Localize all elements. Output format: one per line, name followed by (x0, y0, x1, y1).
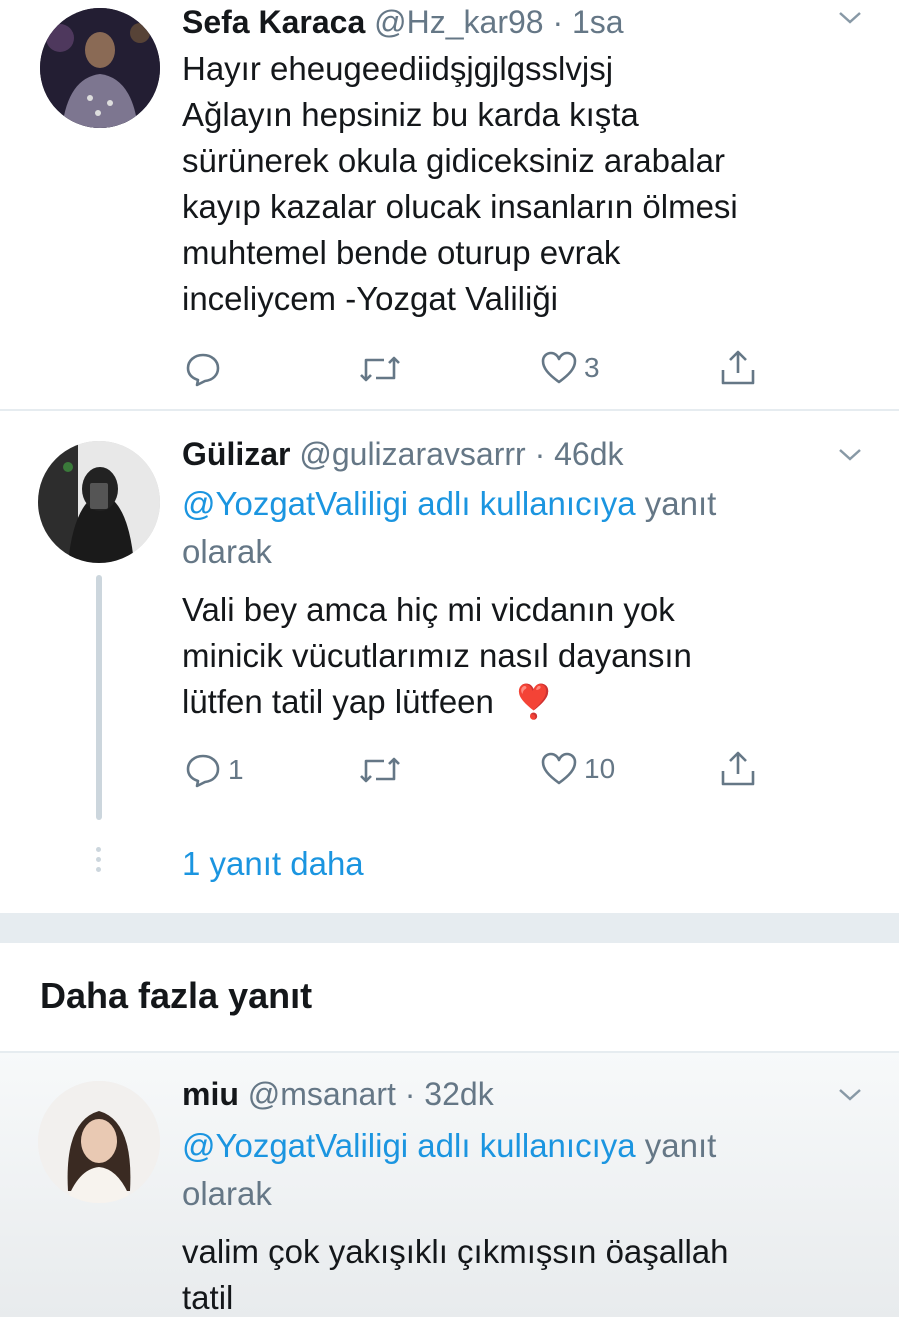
like-button[interactable]: 10 (540, 751, 615, 787)
reply-to-label-cont: olarak (182, 1175, 272, 1212)
show-more-replies-link[interactable]: 1 yanıt daha (182, 841, 364, 887)
tweet-text-line: muhtemel bende oturup evrak (182, 234, 621, 271)
share-icon (718, 348, 758, 388)
tweet-1[interactable]: Sefa Karaca @Hz_kar98 · 1sa Hayır eheuge… (0, 0, 899, 410)
timestamp[interactable]: · 1sa (552, 4, 623, 40)
reply-icon (184, 751, 222, 789)
retweet-icon (358, 753, 402, 787)
reply-to-mention[interactable]: @YozgatValiligi adlı kullanıcıya (182, 485, 636, 522)
retweet-icon (358, 352, 402, 386)
tweet-text-line: Vali bey amca hiç mi vicdanın yok (182, 591, 675, 628)
like-count: 10 (584, 753, 616, 784)
avatar[interactable] (38, 441, 160, 563)
section-title: Daha fazla yanıt (40, 975, 313, 1016)
thread-dots (96, 847, 102, 872)
tweet-text-line: sürünerek okula gidiceksiniz arabalar (182, 142, 725, 179)
tweet-text-line: minicik vücutlarımız nasıl dayansın (182, 637, 692, 674)
tweet-text-line: Hayır eheugeediidşjgjlgsslvjsj (182, 50, 614, 87)
chevron-down-icon[interactable] (836, 8, 864, 33)
tweet-text-line: tatil (182, 1279, 234, 1316)
display-name[interactable]: Gülizar (182, 436, 290, 472)
thread-line (96, 575, 102, 820)
share-button[interactable] (718, 348, 758, 388)
tweet-2[interactable]: Gülizar @gulizaravsarrr · 46dk @YozgatVa… (0, 411, 899, 913)
avatar[interactable] (40, 8, 160, 128)
display-name[interactable]: miu (182, 1076, 239, 1112)
tweet-3[interactable]: miu @msanart · 32dk @YozgatValiligi adlı… (0, 1053, 899, 1317)
share-button[interactable] (718, 749, 758, 789)
more-replies-header: Daha fazla yanıt (0, 943, 899, 1051)
reply-to-label: yanıt (644, 1127, 717, 1164)
chevron-down-icon[interactable] (836, 445, 864, 470)
reply-button[interactable] (184, 350, 222, 388)
user-handle[interactable]: @msanart (248, 1076, 396, 1112)
reply-button[interactable]: 1 (184, 751, 244, 789)
reply-to-label-cont: olarak (182, 533, 272, 570)
tweet-text-line: valim çok yakışıklı çıkmışsın öaşallah (182, 1233, 729, 1270)
tweet-text-line: kayıp kazalar olucak insanların ölmesi (182, 188, 738, 225)
display-name[interactable]: Sefa Karaca (182, 4, 365, 40)
tweet-text-line: inceliycem -Yozgat Valiliği (182, 280, 559, 317)
heart-exclamation-emoji: ❣️ (513, 683, 555, 720)
tweet-text-line: Ağlayın hepsiniz bu karda kışta (182, 96, 639, 133)
reply-to-mention[interactable]: @YozgatValiligi adlı kullanıcıya (182, 1127, 636, 1164)
user-handle[interactable]: @gulizaravsarrr (299, 436, 525, 472)
timestamp[interactable]: · 32dk (405, 1076, 494, 1112)
user-handle[interactable]: @Hz_kar98 (374, 4, 543, 40)
reply-to-label: yanıt (644, 485, 717, 522)
tweet-text-line: lütfen tatil yap lütfeen (182, 683, 494, 720)
reply-count: 1 (228, 754, 244, 785)
like-button[interactable]: 3 (540, 350, 600, 386)
retweet-button[interactable] (358, 352, 402, 386)
reply-icon (184, 350, 222, 388)
heart-icon (540, 350, 578, 386)
share-icon (718, 749, 758, 789)
timestamp[interactable]: · 46dk (535, 436, 624, 472)
chevron-down-icon[interactable] (836, 1085, 864, 1110)
avatar[interactable] (38, 1081, 160, 1203)
retweet-button[interactable] (358, 753, 402, 787)
like-count: 3 (584, 352, 600, 383)
section-gap (0, 913, 899, 943)
heart-icon (540, 751, 578, 787)
